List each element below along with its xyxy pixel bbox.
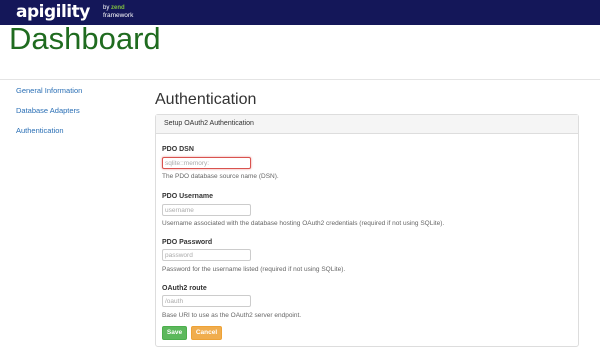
pdo-password-help: Password for the username listed (requir… — [162, 266, 346, 273]
pdo-dsn-label: PDO DSN — [162, 146, 194, 153]
save-button[interactable]: Save — [162, 326, 187, 340]
pdo-username-label: PDO Username — [162, 193, 213, 200]
oauth2-route-help: Base URI to use as the OAuth2 server end… — [162, 312, 302, 319]
oauth2-route-label: OAuth2 route — [162, 285, 207, 292]
pdo-password-input[interactable] — [162, 249, 251, 261]
logo-by-zend: by zend — [103, 5, 125, 12]
pdo-password-label: PDO Password — [162, 239, 213, 246]
oauth2-route-input[interactable] — [162, 295, 251, 307]
logo-zend-text: zend — [111, 5, 125, 11]
sidebar-item-authentication[interactable]: Authentication — [16, 126, 82, 135]
sidebar: General Information Database Adapters Au… — [16, 86, 82, 146]
section-title: Authentication — [155, 91, 257, 108]
pdo-dsn-help: The PDO database source name (DSN). — [162, 173, 279, 180]
pdo-username-help: Username associated with the database ho… — [162, 220, 445, 227]
cancel-button[interactable]: Cancel — [191, 326, 222, 340]
page-title: Dashboard — [9, 21, 161, 56]
logo-by-text: by — [103, 5, 110, 11]
logo-framework-text: framework — [103, 12, 134, 19]
pdo-username-input[interactable] — [162, 204, 251, 216]
header-divider — [0, 79, 600, 80]
panel-heading: Setup OAuth2 Authentication — [156, 115, 578, 134]
pdo-dsn-input[interactable] — [162, 157, 251, 169]
sidebar-item-database-adapters[interactable]: Database Adapters — [16, 106, 82, 115]
sidebar-item-general-information[interactable]: General Information — [16, 86, 82, 95]
logo-wordmark: apigility — [16, 2, 90, 22]
